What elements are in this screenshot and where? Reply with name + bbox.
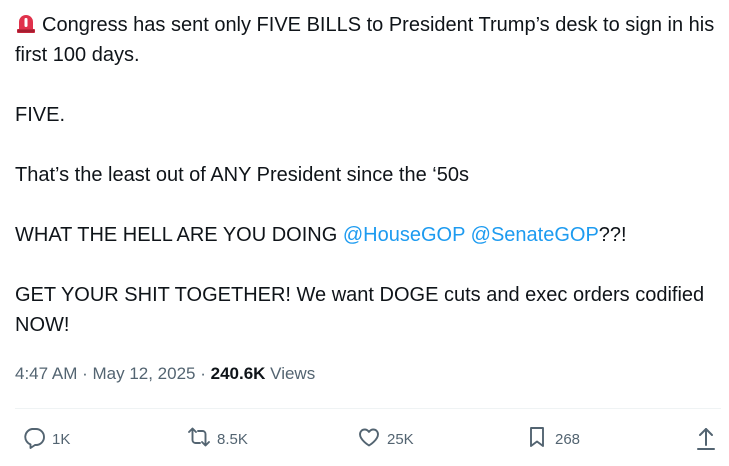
repost-count: 8.5K	[217, 430, 248, 448]
tweet-date-link[interactable]: May 12, 2025	[92, 364, 195, 383]
meta-separator: ·	[77, 364, 93, 383]
mention-housegop-link[interactable]: @HouseGOP	[343, 224, 465, 246]
reply-count: 1K	[52, 430, 71, 448]
bookmark-button[interactable]: 268	[525, 424, 580, 454]
mention-senategop-link[interactable]: @SenateGOP	[471, 224, 599, 246]
tweet-text: Congress has sent only FIVE BILLS to Pre…	[15, 10, 715, 340]
reply-icon	[22, 425, 46, 453]
tweet-paragraph-4: WHAT THE HELL ARE YOU DOING @HouseGOP @S…	[15, 220, 715, 250]
views-label: Views	[265, 364, 316, 383]
reply-button[interactable]: 1K	[22, 424, 70, 454]
like-button[interactable]: 25K	[357, 424, 414, 454]
siren-icon	[15, 12, 37, 34]
tweet-line-4-prefix: WHAT THE HELL ARE YOU DOING	[15, 224, 343, 246]
repost-button[interactable]: 8.5K	[187, 424, 248, 454]
share-icon	[694, 428, 718, 457]
tweet-line-4-suffix: ??!	[598, 224, 627, 246]
share-button[interactable]	[694, 425, 718, 453]
tweet-paragraph-5: GET YOUR SHIT TOGETHER! We want DOGE cut…	[15, 284, 705, 336]
bookmark-icon	[525, 425, 549, 453]
like-icon	[357, 425, 381, 453]
repost-icon	[187, 425, 211, 453]
bookmark-count: 268	[555, 430, 581, 448]
tweet-paragraph-1: Congress has sent only FIVE BILLS to Pre…	[15, 10, 715, 70]
tweet-line-1: Congress has sent only FIVE BILLS to Pre…	[15, 14, 715, 66]
views-count: 240.6K	[210, 364, 266, 383]
meta-separator-2: ·	[195, 364, 211, 383]
like-count: 25K	[387, 430, 414, 448]
tweet-paragraph-3: That’s the least out of ANY President si…	[15, 164, 469, 186]
tweet-time-link[interactable]: 4:47 AM	[15, 364, 77, 383]
tweet-paragraph-2: FIVE.	[15, 104, 66, 126]
tweet-metadata: 4:47 AM · May 12, 2025 · 240.6K Views	[15, 362, 315, 386]
divider	[15, 408, 721, 409]
